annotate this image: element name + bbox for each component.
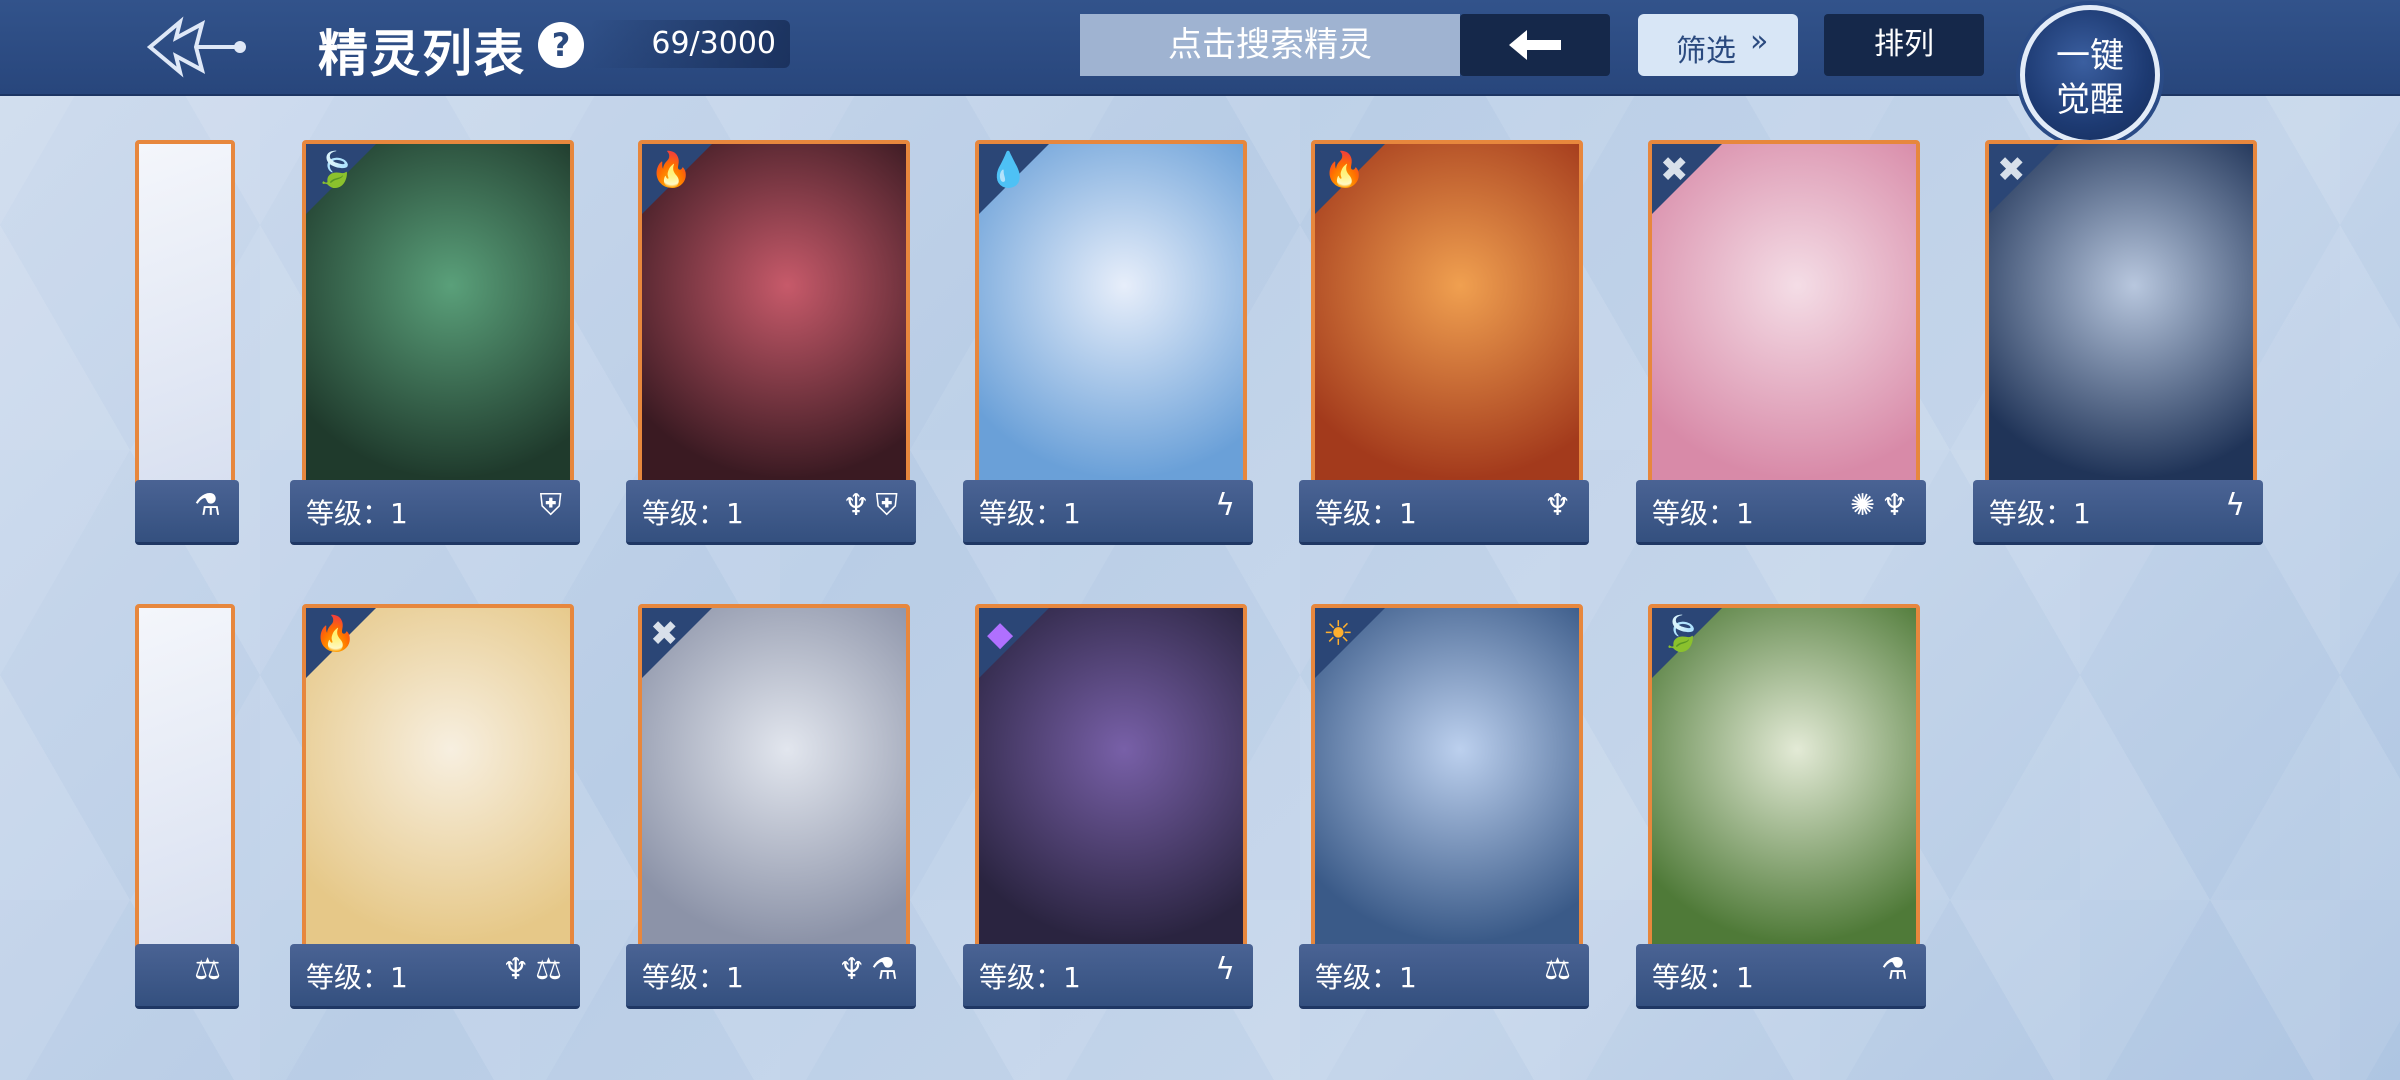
- card-level: 等级：1: [979, 497, 1081, 530]
- spirit-card[interactable]: ✖ 等级：1 ✺♆: [1636, 140, 1926, 560]
- card-level: 等级：1: [306, 497, 408, 530]
- filter-label: 筛选: [1676, 34, 1736, 69]
- spirit-card[interactable]: ✖ 等级：1 ♆⚗: [626, 604, 916, 1024]
- card-frame: 🍃: [1648, 604, 1920, 966]
- card-plate: 等级：1 ✺♆: [1636, 480, 1926, 545]
- card-frame: 💧: [975, 140, 1247, 502]
- sort-button[interactable]: 排列: [1824, 14, 1984, 76]
- role-icons: ⛨: [539, 488, 568, 523]
- card-level: 等级：1: [1315, 961, 1417, 994]
- card-plate: 等级：1 ϟ: [963, 944, 1253, 1009]
- card-frame: [135, 604, 235, 966]
- card-art: [139, 144, 231, 498]
- spirit-card[interactable]: 🍃 等级：1 ⛨: [290, 140, 580, 560]
- awaken-label-line1: 一键: [2056, 36, 2124, 76]
- filter-button[interactable]: 筛选 »: [1638, 14, 1798, 76]
- back-arrow-icon: [146, 16, 246, 78]
- element-leaf-icon: 🍃: [1660, 614, 1703, 654]
- card-plate: 等级：1 ⚗: [1636, 944, 1926, 1009]
- element-leaf-icon: 🍃: [314, 150, 357, 190]
- card-plate: 等级：1 ⚖: [1299, 944, 1589, 1009]
- chevron-down-icon: »: [1750, 24, 1769, 59]
- element-cross-icon: ✖: [650, 614, 679, 654]
- card-plate: ⚖: [135, 944, 239, 1009]
- back-button[interactable]: [140, 8, 250, 86]
- role-icons: ⚖: [194, 952, 227, 987]
- card-plate: 等级：1 ϟ: [1973, 480, 2263, 545]
- search-input[interactable]: 点击搜索精灵: [1080, 14, 1460, 76]
- element-cross-icon: ✖: [1997, 150, 2026, 190]
- page-title: 精灵列表: [318, 24, 526, 83]
- role-icons: ♆⛨: [842, 488, 904, 523]
- card-plate: 等级：1 ϟ: [963, 480, 1253, 545]
- card-level: 等级：1: [642, 497, 744, 530]
- arrow-left-icon: [1509, 30, 1561, 60]
- spirit-card[interactable]: 🔥 等级：1 ♆⚖: [290, 604, 580, 1024]
- role-icons: ⚗: [194, 488, 227, 523]
- card-frame: 🔥: [1311, 140, 1583, 502]
- search-back-button[interactable]: [1460, 14, 1610, 76]
- card-plate: 等级：1 ♆⚗: [626, 944, 916, 1009]
- help-button[interactable]: ?: [538, 22, 584, 68]
- awaken-label-line2: 觉醒: [2056, 80, 2124, 120]
- card-plate: 等级：1 ♆⚖: [290, 944, 580, 1009]
- spirit-count: 69/3000: [651, 26, 776, 61]
- element-fire-icon: 🔥: [1323, 150, 1366, 190]
- spirit-card[interactable]: ✖ 等级：1 ϟ: [1973, 140, 2263, 560]
- spirit-card[interactable]: ◆ 等级：1 ϟ: [963, 604, 1253, 1024]
- role-icons: ♆⚗: [838, 952, 904, 987]
- card-level: 等级：1: [642, 961, 744, 994]
- card-frame: 🔥: [302, 604, 574, 966]
- role-icons: ϟ: [2225, 488, 2251, 523]
- card-level: 等级：1: [1315, 497, 1417, 530]
- element-water-icon: 💧: [987, 150, 1030, 190]
- role-icons: ϟ: [1215, 952, 1241, 987]
- spirit-card[interactable]: ☀ 等级：1 ⚖: [1299, 604, 1589, 1024]
- card-plate: ⚗: [135, 480, 239, 545]
- card-plate: 等级：1 ♆: [1299, 480, 1589, 545]
- card-art: [139, 608, 231, 962]
- spirit-count-box: 69/3000: [590, 20, 790, 68]
- role-icons: ⚖: [1544, 952, 1577, 987]
- role-icons: ϟ: [1215, 488, 1241, 523]
- one-click-awaken-button[interactable]: 一键 觉醒: [2020, 5, 2160, 145]
- card-plate: 等级：1 ♆⛨: [626, 480, 916, 545]
- top-bar: 精灵列表 ? 69/3000 点击搜索精灵 筛选 » 排列 一键 觉醒: [0, 0, 2400, 145]
- card-frame: ✖: [1985, 140, 2257, 502]
- card-frame: 🔥: [638, 140, 910, 502]
- element-cross-icon: ✖: [1660, 150, 1689, 190]
- role-icons: ✺♆: [1849, 488, 1914, 523]
- spirit-card[interactable]: 🍃 等级：1 ⚗: [1636, 604, 1926, 1024]
- spirit-card[interactable]: 💧 等级：1 ϟ: [963, 140, 1253, 560]
- card-level: 等级：1: [306, 961, 408, 994]
- card-level: 等级：1: [1652, 961, 1754, 994]
- card-level: 等级：1: [1652, 497, 1754, 530]
- spirit-card[interactable]: 🔥 等级：1 ♆: [1299, 140, 1589, 560]
- card-frame: ✖: [638, 604, 910, 966]
- element-sun-icon: ☀: [1323, 614, 1354, 654]
- role-icons: ⚗: [1881, 952, 1914, 987]
- card-frame: ✖: [1648, 140, 1920, 502]
- card-frame: ◆: [975, 604, 1247, 966]
- element-demon-icon: ◆: [987, 614, 1014, 654]
- element-fire-icon: 🔥: [650, 150, 693, 190]
- card-level: 等级：1: [979, 961, 1081, 994]
- card-frame: 🍃: [302, 140, 574, 502]
- role-icons: ♆⚖: [502, 952, 568, 987]
- card-frame: ☀: [1311, 604, 1583, 966]
- card-level: 等级：1: [1989, 497, 2091, 530]
- card-frame: [135, 140, 235, 502]
- element-fire-icon: 🔥: [314, 614, 357, 654]
- card-plate: 等级：1 ⛨: [290, 480, 580, 545]
- role-icons: ♆: [1544, 488, 1577, 523]
- spirit-card[interactable]: 🔥 等级：1 ♆⛨: [626, 140, 916, 560]
